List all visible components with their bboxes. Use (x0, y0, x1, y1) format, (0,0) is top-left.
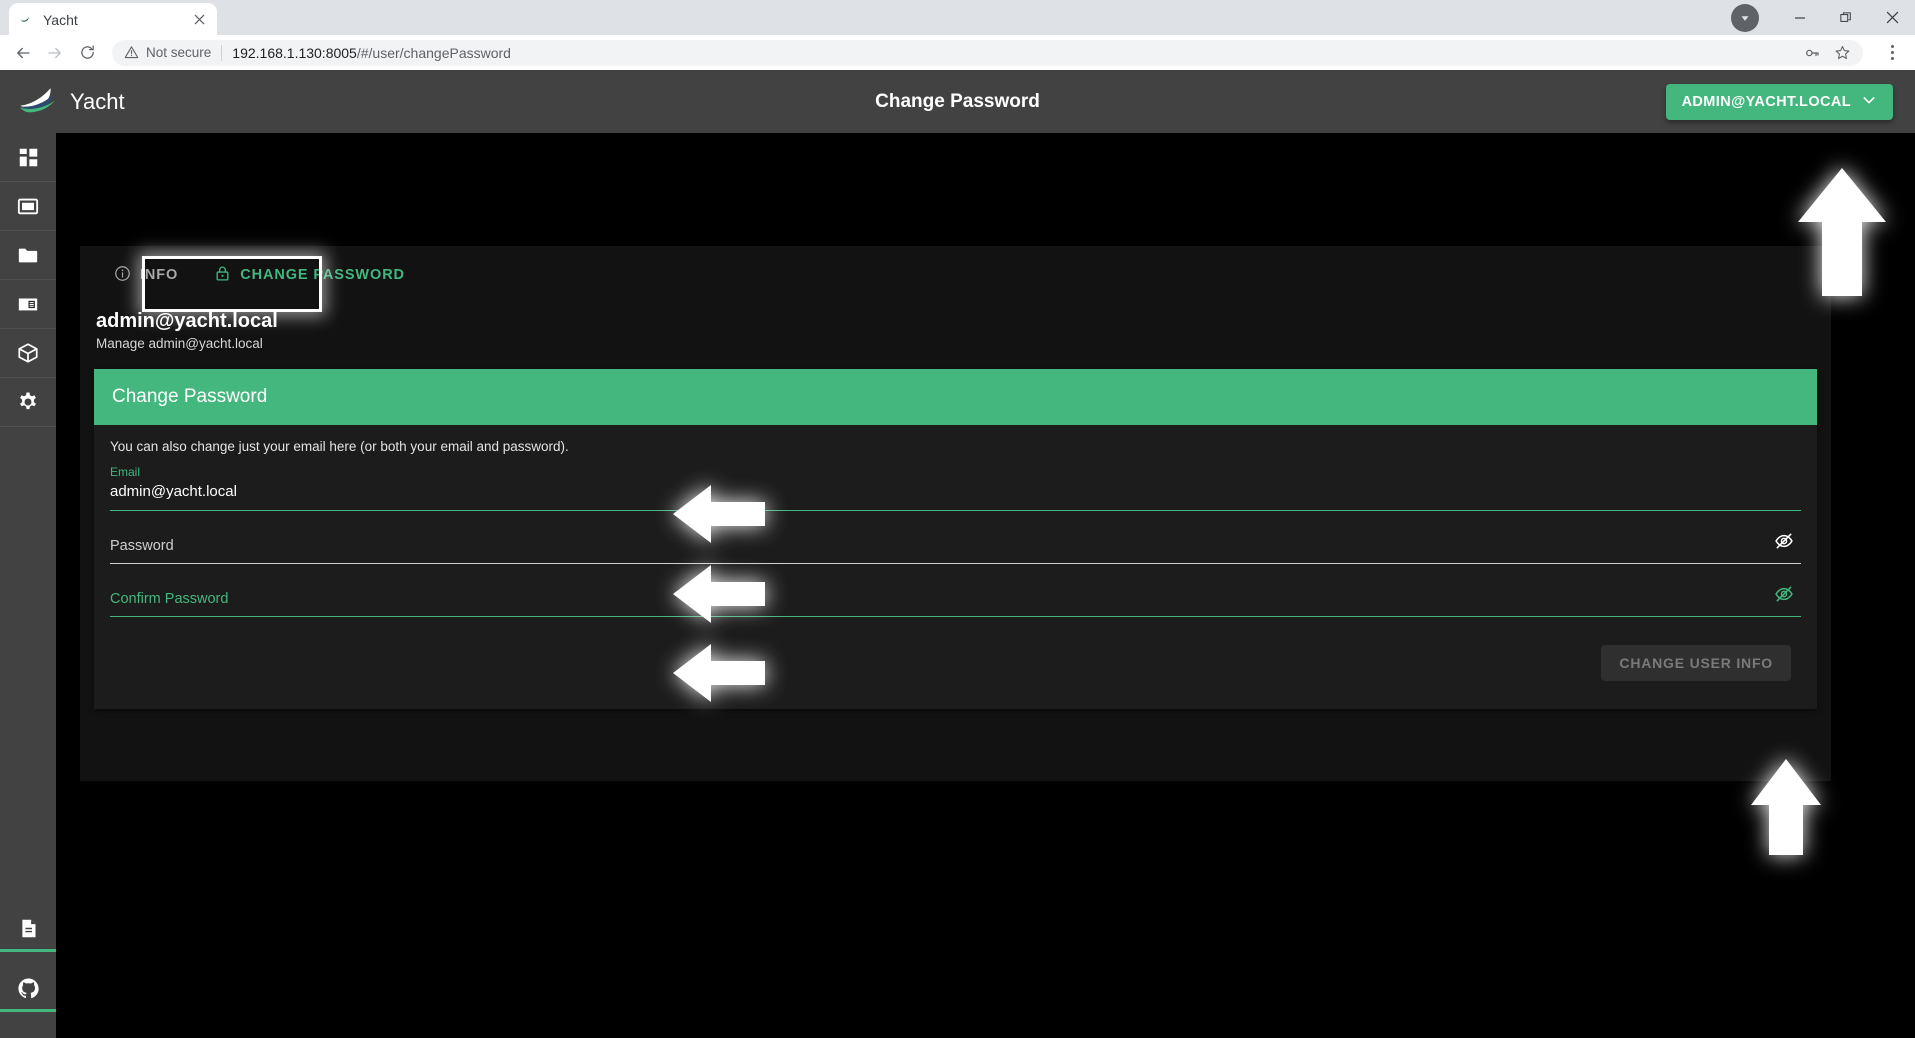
browser-tab[interactable]: Yacht (9, 3, 217, 36)
window-icon (17, 198, 39, 215)
account-subtitle: Manage admin@yacht.local (96, 336, 263, 351)
card-body: You can also change just your email here… (94, 425, 1817, 709)
star-icon[interactable] (1829, 40, 1855, 66)
reload-icon[interactable] (72, 38, 102, 68)
sidebar-item-templates[interactable] (0, 280, 56, 329)
dashboard-grid-icon (19, 148, 37, 166)
book-icon (18, 298, 38, 311)
email-field-group: Email admin@yacht.local (110, 464, 1801, 511)
info-circle-icon (114, 265, 131, 286)
window-close-icon[interactable] (1869, 0, 1915, 35)
tab-info[interactable]: INFO (96, 246, 196, 304)
sidebar (0, 133, 56, 1038)
page-heading: admin@yacht.local Manage admin@yacht.loc… (80, 304, 1831, 351)
folder-icon (18, 248, 38, 263)
confirm-password-underline (110, 616, 1801, 617)
change-password-card: Change Password You can also change just… (94, 369, 1817, 709)
key-icon[interactable] (1799, 40, 1825, 66)
account-title: admin@yacht.local (96, 310, 278, 332)
password-field-group: Password (110, 533, 1801, 564)
back-arrow-icon[interactable] (8, 38, 38, 68)
sidebar-item-applications[interactable] (0, 182, 56, 231)
email-label: Email (110, 465, 141, 479)
eye-off-icon (1775, 586, 1793, 602)
yacht-favicon (18, 11, 35, 28)
close-icon[interactable] (190, 11, 208, 29)
brand[interactable]: Yacht (18, 83, 125, 120)
gear-icon (20, 392, 36, 410)
omnibox-actions (1799, 40, 1859, 66)
tab-bar: INFO CHANGE PASSWORD (80, 246, 1831, 304)
sidebar-item-settings[interactable] (0, 378, 56, 427)
omnibox-divider (221, 44, 223, 61)
tab-strip: Yacht (0, 0, 1915, 36)
sidebar-item-projects[interactable] (0, 231, 56, 280)
card-hint: You can also change just your email here… (110, 439, 569, 454)
password-underline (110, 563, 1801, 564)
browser-chrome: Yacht Not secure 192.168.1.130:8005/#/us… (0, 0, 1915, 70)
change-user-info-button[interactable]: CHANGE USER INFO (1601, 645, 1791, 681)
kebab-menu-icon[interactable] (1877, 38, 1907, 68)
card-title: Change Password (112, 386, 268, 407)
confirm-password-field-group: Confirm Password (110, 586, 1801, 617)
user-menu-button[interactable]: ADMIN@YACHT.LOCAL (1665, 83, 1893, 120)
forward-arrow-icon (40, 38, 70, 68)
tab-title: Yacht (43, 11, 78, 28)
lock-icon (214, 265, 231, 286)
profile-avatar-icon[interactable] (1731, 3, 1759, 32)
card-actions: CHANGE USER INFO (110, 641, 1801, 699)
minimize-icon[interactable] (1777, 0, 1823, 35)
url-path: /#/user/changePassword (356, 44, 511, 61)
sidebar-item-resources[interactable] (0, 329, 56, 378)
app-header: Yacht Change Password ADMIN@YACHT.LOCAL (0, 70, 1915, 133)
tab-change-password[interactable]: CHANGE PASSWORD (196, 246, 423, 304)
sidebar-item-github[interactable] (0, 968, 56, 1012)
chevron-down-icon (1861, 92, 1877, 112)
cube-icon (18, 343, 38, 363)
github-icon (17, 978, 39, 999)
sidebar-bottom (0, 908, 56, 1038)
email-underline (110, 510, 1801, 511)
tab-info-label: INFO (140, 267, 179, 283)
brand-name: Yacht (70, 88, 125, 114)
card-header: Change Password (94, 369, 1817, 425)
email-input[interactable]: admin@yacht.local (110, 480, 1801, 504)
security-text: Not secure (146, 45, 212, 60)
document-icon (21, 919, 35, 938)
page-title: Change Password (875, 90, 1040, 112)
sidebar-item-docs[interactable] (0, 908, 56, 952)
warning-triangle-icon (124, 46, 139, 59)
confirm-password-visibility-toggle[interactable] (1771, 581, 1797, 607)
window-controls (1731, 0, 1915, 35)
url-host: 192.168.1.130:8005 (232, 44, 357, 61)
confirm-password-label: Confirm Password (110, 591, 229, 607)
yacht-app: Yacht Change Password ADMIN@YACHT.LOCAL (0, 70, 1915, 1038)
security-indicator[interactable]: Not secure (124, 45, 211, 60)
maximize-icon[interactable] (1823, 0, 1869, 35)
user-menu-label: ADMIN@YACHT.LOCAL (1681, 93, 1851, 110)
browser-toolbar: Not secure 192.168.1.130:8005/#/user/cha… (0, 35, 1915, 70)
sidebar-item-dashboard[interactable] (0, 133, 56, 182)
tab-change-password-label: CHANGE PASSWORD (240, 267, 405, 283)
password-label: Password (110, 538, 174, 554)
url-text: 192.168.1.130:8005/#/user/changePassword (232, 45, 511, 61)
content-panel: INFO CHANGE PASSWORD admin@yacht.local M… (80, 246, 1831, 781)
password-visibility-toggle[interactable] (1771, 528, 1797, 554)
address-bar[interactable]: Not secure 192.168.1.130:8005/#/user/cha… (112, 39, 1863, 66)
yacht-logo-icon (18, 83, 58, 120)
eye-off-icon (1775, 533, 1793, 549)
